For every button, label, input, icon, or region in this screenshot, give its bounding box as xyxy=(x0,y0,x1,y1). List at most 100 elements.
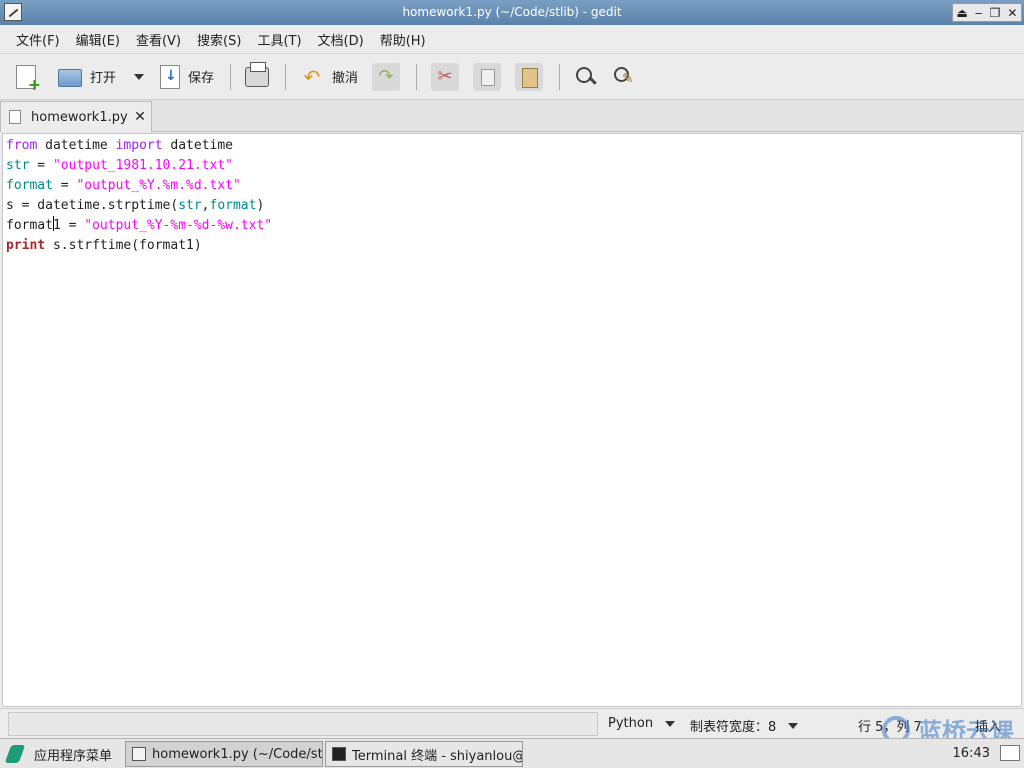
applications-menu-button[interactable]: 应用程序菜单 xyxy=(4,742,113,766)
save-icon xyxy=(160,64,181,89)
document-tab-bar: homework1.py ✕ xyxy=(0,100,1024,132)
find-replace-icon xyxy=(612,65,636,89)
code-line: print s.strftime(format1) xyxy=(6,236,1021,256)
code-token: , xyxy=(201,198,210,213)
find-button[interactable] xyxy=(570,60,602,94)
code-line: s = datetime.strptime(str,format) xyxy=(6,196,1021,216)
redo-button[interactable]: ↷ xyxy=(368,60,404,94)
string-literal: "output_%Y-%m-%d-%w.txt" xyxy=(84,218,273,233)
menu-file[interactable]: 文件(F) xyxy=(8,30,68,49)
code-line: from datetime import datetime xyxy=(6,136,1021,156)
code-token: datetime xyxy=(162,138,234,153)
toolbar-separator xyxy=(230,63,232,90)
shade-window-icon[interactable]: ⏏ xyxy=(957,6,968,20)
taskbar-item-gedit[interactable]: homework1.py (~/Code/stli… xyxy=(125,741,323,767)
toolbar-separator xyxy=(559,63,561,90)
language-selector[interactable]: Python xyxy=(608,716,676,731)
taskbar-item-label: homework1.py (~/Code/stli… xyxy=(152,746,323,762)
status-message-area xyxy=(8,712,598,736)
string-literal: "output_1981.10.21.txt" xyxy=(52,158,233,173)
code-line: format = "output_%Y.%m.%d.txt" xyxy=(6,176,1021,196)
code-text[interactable]: from datetime import datetime str = "outp… xyxy=(3,134,1021,256)
code-token: 1 = xyxy=(52,218,85,233)
window-controls: ⏏ ‒ ❐ ✕ xyxy=(952,3,1022,22)
clock[interactable]: 16:43 xyxy=(953,746,990,761)
print-button[interactable] xyxy=(241,60,273,94)
applications-menu-label: 应用程序菜单 xyxy=(34,748,113,764)
menu-help[interactable]: 帮助(H) xyxy=(372,30,434,49)
redo-arrow-icon: ↷ xyxy=(372,62,401,91)
open-label: 打开 xyxy=(90,71,117,86)
tab-width-label: 制表符宽度：8 xyxy=(690,720,777,735)
keyboard-icon[interactable] xyxy=(1000,745,1020,761)
scissors-icon: ✂ xyxy=(431,62,460,91)
search-icon xyxy=(574,65,598,89)
cut-button[interactable]: ✂ xyxy=(427,60,463,94)
keyword: print xyxy=(6,238,46,253)
folder-icon xyxy=(58,68,82,87)
text-document-icon xyxy=(9,110,21,124)
code-token: s = datetime.strptime( xyxy=(6,198,179,213)
new-document-button[interactable] xyxy=(12,60,41,94)
code-token: ) xyxy=(256,198,265,213)
taskbar: 应用程序菜单 homework1.py (~/Code/stli… Termin… xyxy=(0,738,1024,768)
builtin: format xyxy=(6,178,53,193)
new-document-icon xyxy=(16,64,41,94)
maximize-window-icon[interactable]: ❐ xyxy=(990,6,1001,20)
tab-homework1[interactable]: homework1.py ✕ xyxy=(0,101,152,132)
window-title: homework1.py (~/Code/stlib) - gedit xyxy=(402,5,622,19)
builtin: format xyxy=(209,198,257,213)
printer-icon xyxy=(245,61,270,87)
chevron-down-icon xyxy=(788,722,799,729)
toolbar: 打开 保存 ↶ 撤消 ↷ ✂ xyxy=(0,53,1024,100)
tab-width-selector[interactable]: 制表符宽度：8 xyxy=(690,716,799,735)
keyword: from xyxy=(6,138,38,153)
screen: homework1.py (~/Code/stlib) - gedit ⏏ ‒ … xyxy=(0,0,1024,768)
code-editor[interactable]: from datetime import datetime str = "outp… xyxy=(2,133,1022,707)
copy-icon xyxy=(473,62,502,91)
toolbar-separator xyxy=(416,63,418,90)
code-token: = xyxy=(29,158,53,173)
title-bar: homework1.py (~/Code/stlib) - gedit ⏏ ‒ … xyxy=(0,0,1024,25)
app-menu-logo-icon xyxy=(4,745,26,763)
open-button[interactable]: 打开 xyxy=(54,60,120,94)
menu-view[interactable]: 查看(V) xyxy=(128,30,189,49)
terminal-icon xyxy=(332,747,346,761)
code-token: s.strftime(format1) xyxy=(45,238,202,253)
save-label: 保存 xyxy=(188,71,215,86)
code-line: format1 = "output_%Y-%m-%d-%w.txt" xyxy=(6,216,1021,236)
menu-search[interactable]: 搜索(S) xyxy=(189,30,249,49)
string-literal: "output_%Y.%m.%d.txt" xyxy=(76,178,241,193)
undo-button[interactable]: ↶ 撤消 xyxy=(296,60,362,94)
builtin: str xyxy=(6,158,30,173)
recent-files-dropdown[interactable] xyxy=(126,60,152,94)
undo-arrow-icon: ↶ xyxy=(303,64,321,89)
menu-edit[interactable]: 编辑(E) xyxy=(68,30,128,49)
language-label: Python xyxy=(608,716,654,731)
code-token: datetime xyxy=(37,138,116,153)
chevron-down-icon xyxy=(134,73,145,80)
builtin: str xyxy=(178,198,202,213)
chevron-down-icon xyxy=(665,720,676,727)
code-token: = xyxy=(52,178,77,193)
text-editor-icon xyxy=(132,747,146,761)
menu-tools[interactable]: 工具(T) xyxy=(249,30,309,49)
code-line: str = "output_1981.10.21.txt" xyxy=(6,156,1021,176)
keyword: import xyxy=(115,138,163,153)
close-window-icon[interactable]: ✕ xyxy=(1007,6,1017,20)
code-token: format xyxy=(6,218,53,233)
clipboard-icon xyxy=(515,62,544,91)
toolbar-separator xyxy=(285,63,287,90)
taskbar-item-terminal[interactable]: Terminal 终端 - shiyanlou@… xyxy=(325,741,523,767)
save-button[interactable]: 保存 xyxy=(156,60,218,94)
tab-label: homework1.py xyxy=(31,109,128,125)
status-bar: Python 制表符宽度：8 行 5，列 7 插入 xyxy=(0,708,1024,738)
minimize-window-icon[interactable]: ‒ xyxy=(975,6,983,20)
menu-documents[interactable]: 文档(D) xyxy=(310,30,372,49)
copy-button[interactable] xyxy=(469,60,505,94)
replace-button[interactable] xyxy=(608,60,640,94)
close-tab-icon[interactable]: ✕ xyxy=(129,109,151,125)
paste-button[interactable] xyxy=(511,60,547,94)
undo-label: 撤消 xyxy=(332,71,359,86)
taskbar-item-label: Terminal 终端 - shiyanlou@… xyxy=(352,748,523,764)
